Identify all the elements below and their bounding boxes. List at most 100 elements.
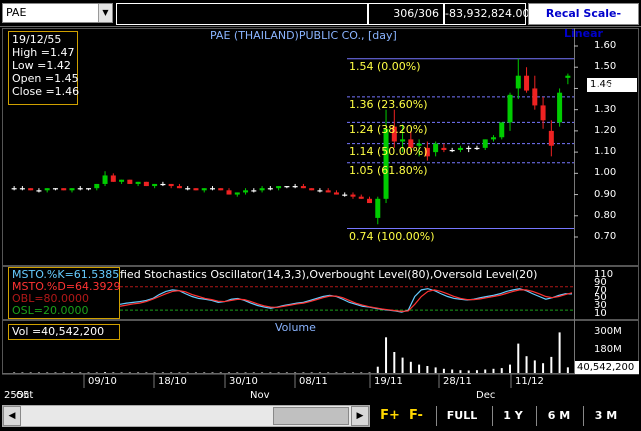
candle-body [342, 194, 348, 196]
candle-body [201, 188, 207, 191]
candle-body [11, 188, 17, 190]
candle-body [152, 183, 158, 187]
stochastic-title: fied Stochastics Oscillator(14,3,3),Over… [120, 268, 538, 281]
candle-body [358, 196, 364, 199]
candle-body [251, 190, 257, 192]
symbol-value: PAE [6, 6, 27, 19]
full-button[interactable]: FULL [442, 406, 482, 426]
record-count: 306/306 [368, 3, 444, 25]
candle-body [400, 139, 406, 142]
separator [436, 406, 437, 426]
scroll-thumb[interactable] [273, 407, 349, 425]
x-month-label: Dec [476, 390, 496, 401]
candle-body [532, 88, 538, 106]
candle-body [433, 143, 439, 153]
candle-body [276, 186, 282, 189]
candle-body [44, 188, 50, 191]
scrollbar[interactable]: ◀ ▶ [2, 405, 370, 427]
candle-body [474, 147, 480, 150]
candle-body [52, 188, 58, 190]
fib-label: 1.24 (38.20%) [349, 123, 428, 137]
candle-body [367, 198, 373, 204]
candle-body [127, 179, 133, 184]
volume-title: Volume [275, 321, 316, 334]
price-tick-label: 1.40 [594, 82, 617, 94]
candle-body [375, 198, 381, 218]
recal-scale-button[interactable]: Recal Scale-Linear [528, 3, 639, 40]
fib-label: 1.36 (23.60%) [349, 97, 428, 111]
candle-body [499, 122, 505, 138]
candle-body [524, 75, 530, 91]
candle-body [77, 188, 83, 190]
candle-body [350, 194, 356, 197]
chevron-down-icon[interactable]: ▼ [98, 4, 112, 22]
value-readout: -83,932,824.00 [444, 3, 529, 25]
fib-label: 1.05 (61.80%) [349, 163, 428, 177]
candle-body [143, 181, 149, 187]
price-tick-label: 1.00 [594, 167, 617, 179]
price-tick-label: 0.70 [594, 231, 617, 242]
info-date: 19/12/55 [12, 33, 62, 46]
candle-body [226, 190, 232, 195]
toolbar-blank-cell [116, 3, 368, 25]
candle-body [168, 183, 174, 187]
fib-label: 0.74 (100.00%) [349, 229, 435, 243]
price-tick-label: 1.30 [594, 103, 617, 115]
x-date-label: 30/10 [229, 376, 258, 387]
candle-body [119, 179, 125, 182]
candle-body [185, 188, 191, 190]
symbol-select[interactable]: PAE ▼ [2, 3, 113, 23]
zoom-in-button[interactable]: F+ [378, 406, 402, 426]
info-low: Low =1.42 [12, 59, 71, 72]
candle-body [193, 188, 199, 191]
three-month-button[interactable]: 3 M [589, 406, 623, 426]
x-date-label: 19/11 [374, 376, 403, 387]
volume-tick-180m: 180M [594, 344, 622, 355]
candle-body [548, 130, 554, 146]
price-info-box: 19/12/55 High =1.47 Low =1.42 Open =1.45… [8, 31, 80, 105]
scroll-left-icon[interactable]: ◀ [3, 406, 21, 426]
candle-body [540, 105, 546, 121]
chart-canvas[interactable] [0, 27, 641, 402]
fib-label: 1.54 (0.00%) [349, 59, 421, 73]
x-date-label: 09/10 [88, 376, 117, 387]
candle-body [19, 188, 25, 190]
candle-body [69, 188, 75, 191]
candle-body [94, 183, 100, 189]
candle-body [466, 147, 472, 150]
info-high: High =1.47 [12, 46, 75, 59]
fib-label: 1.14 (50.00%) [349, 144, 428, 158]
stochastic-tick-label: 110 [594, 269, 614, 280]
legend-osl-value: =20.0000 [33, 304, 89, 317]
candle-body [441, 147, 447, 150]
candle-body [284, 186, 290, 188]
price-chart-title: PAE (THAILAND)PUBLIC CO., [day] [210, 29, 397, 42]
candle-body [309, 188, 315, 191]
info-close: Close =1.46 [12, 85, 80, 98]
legend-osl-label: OSL [12, 304, 34, 317]
x-date-label: 18/10 [158, 376, 187, 387]
candle-body [218, 188, 224, 191]
volume-legend: Vol =40,542,200 [8, 324, 120, 340]
candle-body [176, 186, 182, 189]
candle-body [292, 186, 298, 188]
price-tick-label: 1.60 [594, 40, 617, 51]
x-date-label: 08/11 [299, 376, 328, 387]
candle-body [325, 190, 331, 193]
candle-body [110, 175, 116, 182]
one-year-button[interactable]: 1 Y [498, 406, 528, 426]
candle-body [333, 192, 339, 195]
candle-body [317, 190, 323, 192]
price-tick-label: 1.50 [594, 61, 617, 73]
candle-body [36, 190, 42, 192]
candle-body [102, 175, 108, 184]
volume-last-badge: 40,542,200 [575, 361, 639, 374]
price-tick-label: 0.80 [594, 209, 617, 221]
candle-body [135, 181, 141, 184]
candle-body [267, 188, 273, 190]
candle-body [243, 190, 249, 193]
six-month-button[interactable]: 6 M [542, 406, 576, 426]
scroll-right-icon[interactable]: ▶ [351, 406, 369, 426]
x-month-label: Nov [250, 390, 270, 401]
zoom-out-button[interactable]: F- [404, 406, 428, 426]
